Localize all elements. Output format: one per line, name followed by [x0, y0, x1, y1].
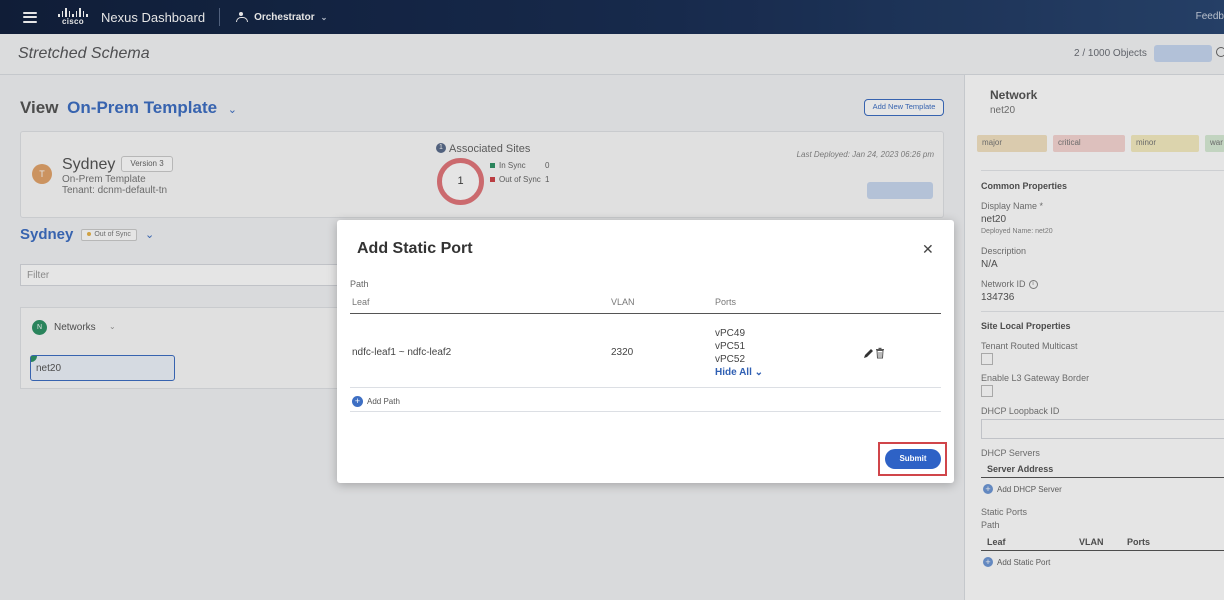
port-item: vPC52: [715, 354, 746, 365]
port-item: vPC51: [715, 341, 746, 352]
close-icon[interactable]: ✕: [922, 242, 934, 256]
dialog-title: Add Static Port: [357, 240, 473, 257]
add-path-button[interactable]: + Add Path: [352, 396, 400, 407]
row-vlan: 2320: [611, 347, 634, 358]
row-ports: vPC49 vPC51 vPC52 Hide All ⌄: [715, 327, 763, 379]
path-label: Path: [350, 279, 369, 289]
plus-icon: +: [352, 396, 363, 407]
row-divider: [350, 387, 941, 388]
table-header-divider: [350, 313, 941, 314]
column-header-ports: Ports: [715, 297, 737, 307]
add-static-port-dialog: Add Static Port ✕ Path Leaf VLAN Ports n…: [337, 220, 954, 483]
row-leaf: ndfc-leaf1 ~ ndfc-leaf2: [352, 347, 452, 358]
submit-button[interactable]: Submit: [885, 449, 941, 469]
trash-icon[interactable]: [874, 347, 886, 359]
column-header-leaf: Leaf: [352, 297, 370, 307]
chevron-down-icon: ⌄: [751, 367, 764, 378]
column-header-vlan: VLAN: [611, 297, 635, 307]
divider: [350, 411, 941, 412]
hide-all-toggle[interactable]: Hide All ⌄: [715, 366, 763, 379]
port-item: vPC49: [715, 328, 746, 339]
